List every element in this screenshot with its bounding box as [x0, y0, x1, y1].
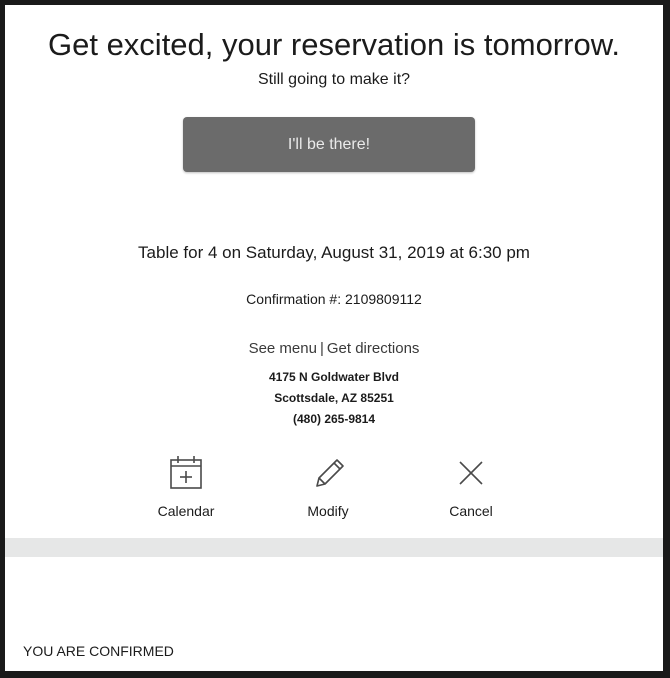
address-street: 4175 N Goldwater Blvd: [268, 370, 400, 384]
address-city-state-zip: Scottsdale, AZ 85251: [274, 391, 394, 405]
confirmation-status: YOU ARE CONFIRMED: [23, 643, 174, 659]
modify-button[interactable]: Modify: [278, 453, 378, 519]
restaurant-links: See menu | Get directions: [5, 340, 663, 357]
see-menu-link[interactable]: See menu: [249, 340, 317, 357]
modify-label: Modify: [307, 503, 349, 519]
get-directions-link[interactable]: Get directions: [327, 340, 420, 357]
subhead: Still going to make it?: [257, 71, 411, 88]
reservation-actions: Calendar Modify Cancel: [5, 453, 663, 525]
pencil-icon: [316, 459, 344, 487]
headline: Get excited, your reservation is tomorro…: [47, 27, 620, 62]
restaurant-phone[interactable]: (480) 265-9814: [5, 409, 663, 430]
reservation-details: Table for 4 on Saturday, August 31, 2019…: [138, 243, 530, 262]
cancel-button[interactable]: Cancel: [421, 453, 521, 519]
confirm-attendance-button[interactable]: I'll be there!: [183, 117, 475, 172]
cancel-label: Cancel: [449, 503, 493, 519]
section-divider: [5, 538, 663, 557]
close-icon: [459, 461, 483, 485]
calendar-add-icon: [170, 456, 202, 489]
calendar-button[interactable]: Calendar: [136, 453, 236, 519]
confirmation-number: Confirmation #: 2109809112: [246, 291, 422, 307]
reservation-reminder-card: Get excited, your reservation is tomorro…: [5, 5, 663, 671]
restaurant-address: 4175 N Goldwater Blvd Scottsdale, AZ 852…: [5, 367, 663, 430]
link-separator: |: [319, 340, 324, 357]
calendar-label: Calendar: [157, 503, 215, 519]
